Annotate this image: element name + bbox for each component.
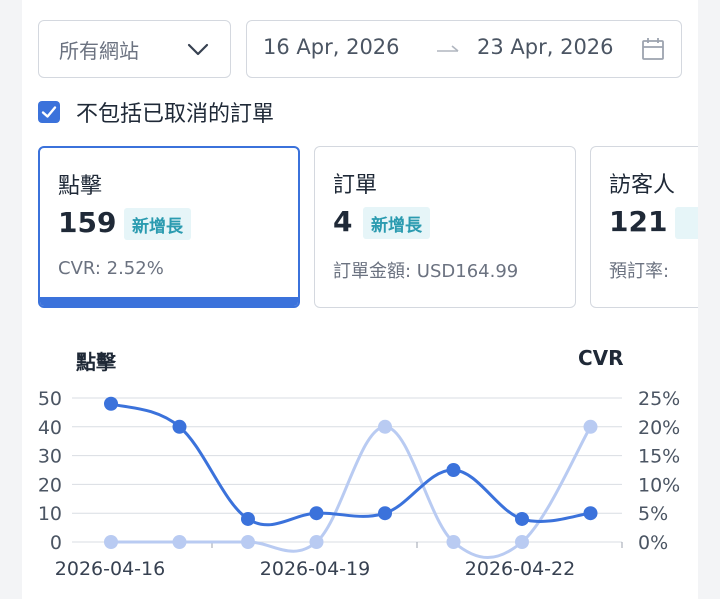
cvr-data-point (172, 535, 187, 549)
clicks-data-point (583, 506, 598, 521)
clicks-data-point (241, 511, 255, 526)
x-tick-label: 2026-04-22 (465, 558, 575, 580)
cvr-data-point (104, 535, 118, 549)
card-value: 4 (333, 205, 353, 238)
y-left-tick-label: 40 (38, 417, 62, 439)
end-date[interactable]: 23 Apr, 2026 (477, 35, 614, 59)
chevron-down-icon (187, 43, 209, 56)
card-subtext: 預訂率: (609, 261, 670, 282)
start-date[interactable]: 16 Apr, 2026 (263, 35, 400, 59)
y-right-tick-label: 5% (638, 503, 668, 525)
card-title: 訪客人 (609, 173, 676, 198)
y-right-tick-label: 0% (638, 532, 668, 554)
x-tick-label: 2026-04-16 (55, 558, 165, 580)
cvr-data-point (446, 535, 461, 549)
exclude-cancelled-label: 不包括已取消的訂單 (76, 102, 275, 127)
chart-right-axis-title: CVR (578, 346, 624, 370)
card-value: 121 (609, 205, 668, 238)
y-left-tick-label: 50 (38, 388, 62, 410)
y-right-tick-label: 10% (638, 474, 680, 496)
cvr-data-point (583, 419, 598, 434)
date-range-picker[interactable]: 16 Apr, 2026 23 Apr, 2026 (246, 20, 682, 78)
clicks-cvr-line-chart: 0 0% 10 5% 20 10% 30 15% 40 20% 50 25% 2026-04-16 202… (38, 388, 680, 580)
calendar-icon[interactable] (641, 37, 665, 61)
growth-badge: 新增長 (124, 208, 191, 240)
y-right-tick-label: 15% (638, 446, 680, 468)
clicks-data-point (309, 506, 324, 521)
card-title: 訂單 (333, 173, 378, 198)
site-select-value: 所有網站 (59, 38, 139, 63)
cvr-data-point (241, 535, 255, 549)
metric-card-orders[interactable]: 訂單 4 新增長 訂單金額: USD164.99 (314, 146, 576, 308)
x-tick-label: 2026-04-19 (260, 558, 370, 580)
clicks-data-point (104, 396, 118, 411)
arrow-right-icon (437, 45, 459, 52)
exclude-cancelled-toggle[interactable]: 不包括已取消的訂單 (38, 96, 274, 128)
active-indicator (40, 297, 298, 306)
card-subtext: 訂單金額: USD164.99 (333, 261, 519, 282)
card-title: 點擊 (58, 174, 103, 199)
metric-card-visitors[interactable]: 訪客人 121 預訂率: (590, 146, 698, 308)
clicks-data-point (378, 506, 392, 521)
y-left-tick-label: 10 (38, 503, 62, 525)
metric-card-clicks[interactable]: 點擊 159 新增長 CVR: 2.52% (38, 146, 300, 308)
chart-left-axis-title: 點擊 (76, 350, 116, 374)
checkbox-checked-icon[interactable] (38, 101, 60, 123)
site-select[interactable]: 所有網站 (38, 20, 231, 78)
y-left-tick-label: 20 (38, 474, 62, 496)
growth-badge: 新增長 (363, 207, 430, 239)
cvr-data-point (378, 419, 392, 434)
dashboard-panel: 所有網站 16 Apr, 2026 23 Apr, 2026 不包括已取消的訂單… (22, 0, 698, 599)
y-left-tick-label: 0 (50, 532, 62, 554)
card-subtext: CVR: 2.52% (58, 258, 164, 279)
clicks-data-point (446, 463, 461, 477)
cvr-data-point (309, 535, 324, 549)
card-value: 159 (58, 206, 117, 239)
cvr-data-point (515, 535, 529, 549)
y-right-tick-label: 25% (638, 388, 680, 410)
growth-badge (675, 207, 698, 239)
clicks-data-point (515, 511, 529, 526)
y-left-tick-label: 30 (38, 446, 62, 468)
clicks-data-point (172, 419, 187, 434)
y-right-tick-label: 20% (638, 417, 680, 439)
